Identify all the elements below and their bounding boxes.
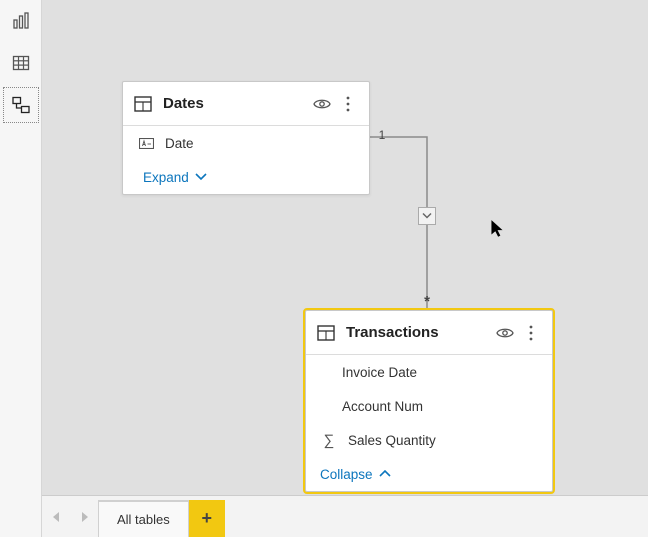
data-view-button[interactable] (0, 42, 42, 84)
triangle-left-icon (53, 512, 60, 522)
tab-label: All tables (117, 512, 170, 527)
sigma-icon: ∑ (320, 432, 338, 449)
view-switcher-rail (0, 0, 42, 537)
text-field-icon (137, 138, 155, 149)
table-title: Dates (163, 95, 307, 112)
calendar-table-icon (133, 94, 153, 114)
kebab-icon (346, 96, 350, 112)
add-layout-tab-button[interactable]: + (189, 500, 225, 537)
field-label: Sales Quantity (348, 433, 436, 448)
toggle-label: Collapse (320, 467, 373, 482)
field-label: Date (165, 136, 194, 151)
table-header-transactions[interactable]: Transactions (306, 311, 552, 355)
cardinality-one-label: 1 (374, 127, 390, 143)
visibility-toggle-button[interactable] (494, 322, 516, 344)
chevron-down-icon (422, 212, 432, 220)
eye-icon (313, 97, 331, 111)
layout-tabs-bar: All tables + (42, 495, 648, 537)
table-card-dates[interactable]: Dates (122, 81, 370, 195)
collapse-toggle[interactable]: Collapse (306, 457, 552, 491)
model-canvas[interactable]: Dates (42, 0, 648, 495)
calendar-table-icon (316, 323, 336, 343)
kebab-icon (529, 325, 533, 341)
chevron-up-icon (379, 470, 391, 478)
chevron-down-icon (195, 173, 207, 181)
field-date[interactable]: Date (123, 126, 369, 160)
table-grid-icon (12, 54, 30, 72)
visibility-toggle-button[interactable] (311, 93, 333, 115)
bar-chart-icon (12, 12, 30, 30)
field-label: Account Num (342, 399, 423, 414)
more-options-button[interactable] (520, 322, 542, 344)
layout-tab-all-tables[interactable]: All tables (98, 500, 189, 537)
field-label: Invoice Date (342, 365, 417, 380)
table-header-dates[interactable]: Dates (123, 82, 369, 126)
field-sales-quantity[interactable]: ∑ Sales Quantity (306, 423, 552, 457)
mouse-cursor-icon (489, 219, 505, 239)
model-view-button[interactable] (0, 84, 42, 126)
tabs-scroll-left[interactable] (42, 496, 70, 537)
field-account-num[interactable]: Account Num (306, 389, 552, 423)
eye-icon (496, 326, 514, 340)
plus-icon: + (201, 508, 212, 529)
triangle-right-icon (81, 512, 88, 522)
report-view-button[interactable] (0, 0, 42, 42)
table-card-transactions[interactable]: Transactions Invoice Date Account Num (305, 310, 553, 492)
expand-toggle[interactable]: Expand (123, 160, 369, 194)
tabs-scroll-right[interactable] (70, 496, 98, 537)
model-diagram-icon (12, 96, 30, 114)
toggle-label: Expand (143, 170, 189, 185)
filter-direction-indicator[interactable] (418, 207, 436, 225)
field-invoice-date[interactable]: Invoice Date (306, 355, 552, 389)
table-title: Transactions (346, 324, 490, 341)
cardinality-many-label: * (419, 293, 435, 309)
more-options-button[interactable] (337, 93, 359, 115)
